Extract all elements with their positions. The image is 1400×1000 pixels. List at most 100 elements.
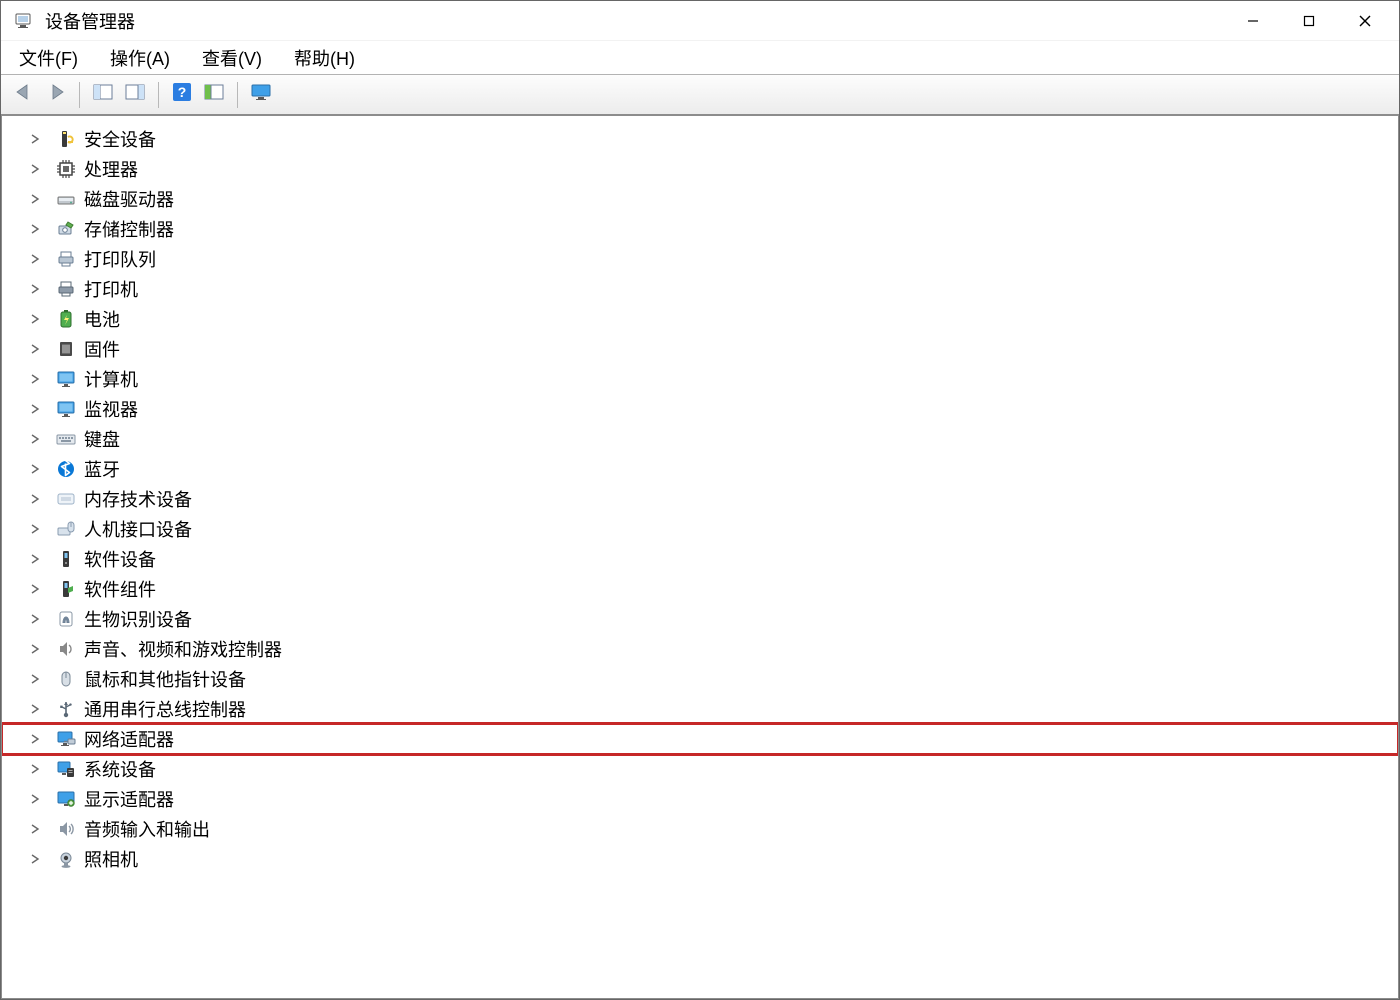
tree-item-label: 电池 [84,306,120,332]
tree-item-label: 固件 [84,336,120,362]
expand-chevron-icon[interactable] [28,342,42,356]
tree-item-label: 存储控制器 [84,216,174,242]
expand-chevron-icon[interactable] [28,252,42,266]
expand-chevron-icon[interactable] [28,312,42,326]
tree-item-disk-drives[interactable]: 磁盘驱动器 [2,184,1398,214]
svg-text:?: ? [178,84,187,100]
tree-item-software-components[interactable]: 软件组件 [2,574,1398,604]
expand-chevron-icon[interactable] [28,492,42,506]
tree-item-keyboards[interactable]: 键盘 [2,424,1398,454]
tree-item-audio-io[interactable]: 音频输入和输出 [2,814,1398,844]
tree-item-security-devices[interactable]: 安全设备 [2,124,1398,154]
monitor-icon [56,399,76,419]
help-icon: ? [172,82,192,107]
tree-item-label: 声音、视频和游戏控制器 [84,636,282,662]
toolbar-details-button[interactable] [88,80,118,110]
expand-chevron-icon[interactable] [28,132,42,146]
scan-icon [204,83,224,106]
expand-chevron-icon[interactable] [28,162,42,176]
system-icon [56,759,76,779]
tree-item-label: 系统设备 [84,756,156,782]
expand-chevron-icon[interactable] [28,192,42,206]
expand-chevron-icon[interactable] [28,672,42,686]
mouse-icon [56,669,76,689]
tree-item-label: 软件设备 [84,546,156,572]
tree-item-system-devices[interactable]: 系统设备 [2,754,1398,784]
toolbar-forward-button[interactable] [41,80,71,110]
tree-item-label: 打印机 [84,276,138,302]
tree-item-network-adapters[interactable]: 网络适配器 [2,724,1398,754]
firmware-icon [56,339,76,359]
minimize-button[interactable] [1225,1,1281,41]
expand-chevron-icon[interactable] [28,822,42,836]
menu-file[interactable]: 文件(F) [17,41,80,75]
camera-icon [56,849,76,869]
battery-icon [56,309,76,329]
toolbar-separator [79,82,80,108]
expand-chevron-icon[interactable] [28,732,42,746]
tree-item-sound-video-game[interactable]: 声音、视频和游戏控制器 [2,634,1398,664]
tree-item-usb-controllers[interactable]: 通用串行总线控制器 [2,694,1398,724]
tree-item-computer[interactable]: 计算机 [2,364,1398,394]
toolbar-separator [237,82,238,108]
monitor-icon [250,83,272,106]
tree-item-label: 人机接口设备 [84,516,192,542]
expand-chevron-icon[interactable] [28,432,42,446]
tree-item-memory-tech-devices[interactable]: 内存技术设备 [2,484,1398,514]
expand-chevron-icon[interactable] [28,582,42,596]
expand-chevron-icon[interactable] [28,222,42,236]
arrow-left-icon [13,83,35,106]
expand-chevron-icon[interactable] [28,852,42,866]
tree-item-bluetooth[interactable]: 蓝牙 [2,454,1398,484]
tree-item-mice-pointing[interactable]: 鼠标和其他指针设备 [2,664,1398,694]
cpu-icon [56,159,76,179]
toolbar-monitor-button[interactable] [246,80,276,110]
tree-item-batteries[interactable]: 电池 [2,304,1398,334]
toolbar-back-button[interactable] [9,80,39,110]
expand-chevron-icon[interactable] [28,402,42,416]
memory-icon [56,489,76,509]
menu-view[interactable]: 查看(V) [200,41,264,75]
tree-item-print-queues[interactable]: 打印队列 [2,244,1398,274]
details-pane-icon [93,83,113,106]
expand-chevron-icon[interactable] [28,522,42,536]
expand-chevron-icon[interactable] [28,612,42,626]
maximize-button[interactable] [1281,1,1337,41]
expand-chevron-icon[interactable] [28,552,42,566]
device-tree-panel[interactable]: 安全设备处理器磁盘驱动器存储控制器打印队列打印机电池固件计算机监视器键盘蓝牙内存… [1,115,1399,999]
tree-item-label: 监视器 [84,396,138,422]
menubar: 文件(F) 操作(A) 查看(V) 帮助(H) [1,41,1399,75]
toolbar-help-button[interactable]: ? [167,80,197,110]
software-icon [56,549,76,569]
expand-chevron-icon[interactable] [28,462,42,476]
tree-item-monitors[interactable]: 监视器 [2,394,1398,424]
expand-chevron-icon[interactable] [28,282,42,296]
tree-item-storage-controllers[interactable]: 存储控制器 [2,214,1398,244]
tree-item-firmware[interactable]: 固件 [2,334,1398,364]
monitor-icon [56,369,76,389]
tree-item-label: 处理器 [84,156,138,182]
expand-chevron-icon[interactable] [28,642,42,656]
expand-chevron-icon[interactable] [28,702,42,716]
toolbar: ? [1,75,1399,115]
tree-item-printers[interactable]: 打印机 [2,274,1398,304]
close-button[interactable] [1337,1,1393,41]
display-icon [56,789,76,809]
properties-pane-icon [125,83,145,106]
tree-item-software-devices[interactable]: 软件设备 [2,544,1398,574]
expand-chevron-icon[interactable] [28,372,42,386]
tree-item-biometric[interactable]: 生物识别设备 [2,604,1398,634]
toolbar-scan-button[interactable] [199,80,229,110]
tree-item-label: 键盘 [84,426,120,452]
expand-chevron-icon[interactable] [28,792,42,806]
tree-item-cameras[interactable]: 照相机 [2,844,1398,874]
tree-item-label: 磁盘驱动器 [84,186,174,212]
menu-help[interactable]: 帮助(H) [292,41,357,75]
menu-action[interactable]: 操作(A) [108,41,172,75]
tree-item-hid[interactable]: 人机接口设备 [2,514,1398,544]
expand-chevron-icon[interactable] [28,762,42,776]
tree-item-display-adapters[interactable]: 显示适配器 [2,784,1398,814]
tree-item-processors[interactable]: 处理器 [2,154,1398,184]
hid-icon [56,519,76,539]
toolbar-properties-button[interactable] [120,80,150,110]
